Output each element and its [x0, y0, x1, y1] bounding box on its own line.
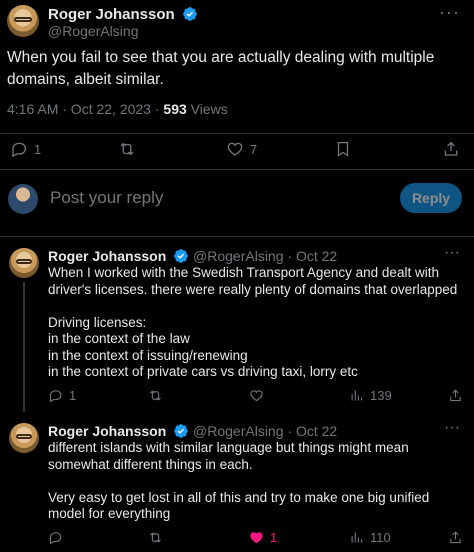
reply-header: Roger Johansson @RogerAlsing · Oct 22 [48, 423, 337, 439]
like-count: 7 [250, 141, 258, 157]
like-action[interactable]: 7 [226, 140, 257, 158]
tweet-meta: 4:16 AM · Oct 22, 2023 · 593 Views [7, 101, 228, 117]
bookmark-action[interactable] [334, 140, 352, 158]
like-action[interactable]: 1 [249, 530, 277, 545]
views-count: 593 [163, 101, 187, 117]
reply-icon [12, 142, 27, 158]
reply-action[interactable]: 1 [48, 388, 76, 403]
share-action[interactable] [442, 140, 460, 158]
reply-count: 1 [69, 388, 77, 403]
share-action[interactable] [448, 530, 463, 545]
analytics-icon [351, 390, 363, 401]
share-icon [450, 389, 461, 402]
divider [0, 169, 474, 170]
reply-action-bar: 1 110 [0, 530, 474, 552]
more-options-icon[interactable]: ··· [444, 244, 460, 262]
retweet-action[interactable] [148, 530, 163, 545]
verified-badge-icon [183, 7, 197, 21]
reply-action[interactable] [48, 530, 69, 545]
reply-icon [49, 390, 62, 403]
reply-action[interactable]: 1 [10, 140, 41, 158]
views-count: 110 [370, 530, 391, 545]
author-avatar[interactable] [7, 5, 39, 37]
reply-author-name[interactable]: Roger Johansson [48, 423, 166, 439]
views-action[interactable]: 110 [349, 530, 391, 545]
retweet-icon [150, 532, 161, 543]
reply-text: When I worked with the Swedish Transport… [48, 265, 458, 379]
heart-icon [227, 142, 243, 156]
tweet-timestamp[interactable]: 4:16 AM · Oct 22, 2023 · [7, 101, 163, 117]
share-icon [444, 141, 458, 156]
views-label: Views [186, 101, 228, 117]
author-handle[interactable]: @RogerAlsing [48, 23, 138, 39]
verified-badge-icon [174, 424, 188, 438]
share-action[interactable] [448, 388, 463, 403]
reply-author-avatar[interactable] [9, 423, 39, 453]
retweet-icon [150, 390, 161, 401]
verified-badge-icon [174, 249, 188, 263]
divider [0, 133, 474, 134]
reply-author-avatar[interactable] [9, 248, 39, 278]
reply-action-bar: 1 139 [0, 388, 474, 410]
views-action[interactable]: 139 [349, 388, 392, 403]
retweet-action[interactable] [148, 388, 163, 403]
divider [0, 236, 474, 237]
like-action[interactable] [249, 388, 264, 403]
reply-handle-date[interactable]: @RogerAlsing · Oct 22 [193, 248, 337, 264]
heart-filled-icon [250, 532, 263, 544]
reply-handle-date[interactable]: @RogerAlsing · Oct 22 [193, 423, 337, 439]
tweet-text: When you fail to see that you are actual… [7, 49, 435, 88]
share-icon [450, 531, 461, 544]
author-name[interactable]: Roger Johansson [48, 6, 175, 23]
more-options-icon[interactable]: ··· [444, 419, 460, 437]
heart-icon [250, 390, 263, 402]
reply-author-name[interactable]: Roger Johansson [48, 248, 166, 264]
reply-input[interactable]: Post your reply [50, 188, 163, 208]
retweet-icon [120, 142, 134, 156]
views-count: 139 [370, 388, 392, 403]
retweet-action[interactable] [118, 140, 142, 158]
reply-text: different islands with similar language … [48, 440, 430, 521]
analytics-icon [351, 532, 363, 543]
current-user-avatar[interactable] [8, 184, 38, 214]
tweet-action-bar: 1 7 [0, 140, 474, 162]
author-name-row[interactable]: Roger Johansson [48, 6, 198, 24]
reply-header: Roger Johansson @RogerAlsing · Oct 22 [48, 248, 337, 264]
like-count: 1 [270, 530, 278, 545]
reply-count: 1 [34, 141, 42, 157]
bookmark-icon [337, 141, 349, 157]
reply-icon [49, 532, 62, 545]
more-options-icon[interactable]: ··· [439, 2, 460, 23]
reply-button[interactable]: Reply [400, 183, 462, 213]
